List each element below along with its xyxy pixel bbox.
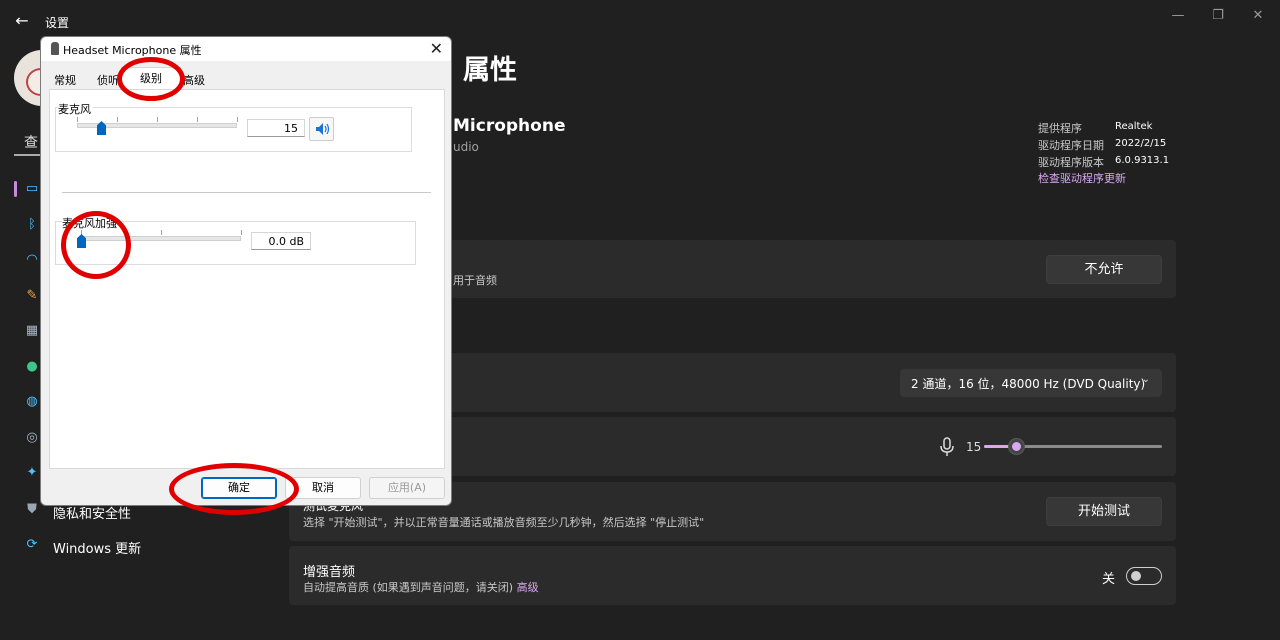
enhance-audio-desc: 自动提高音质 (如果遇到声音问题，请关闭) xyxy=(303,581,517,594)
sidebar-selection-indicator xyxy=(14,181,17,197)
monitor-icon[interactable]: ▭ xyxy=(24,181,40,197)
driver-version-label: 驱动程序版本 xyxy=(1038,156,1104,169)
boost-value-field: 0.0 dB xyxy=(251,232,311,250)
tab-advanced[interactable]: 高级 xyxy=(183,72,205,88)
microphone-group-label: 麦克风 xyxy=(58,101,93,117)
headset-icon xyxy=(51,42,59,55)
title-bar: ← 设置 — ❐ ✕ xyxy=(0,0,1280,40)
accessibility-icon[interactable]: ✦ xyxy=(24,465,40,481)
apply-button[interactable]: 应用(A) xyxy=(369,477,445,499)
app-title: 设置 xyxy=(45,16,70,30)
device-subtitle: udio xyxy=(453,140,479,154)
dialog-title: Headset Microphone 属性 xyxy=(63,44,202,57)
dialog-close-icon[interactable]: ✕ xyxy=(430,39,443,58)
test-mic-subtitle: 选择 "开始测试"，并以正常音量通话或播放音频至少几秒钟，然后选择 "停止测试" xyxy=(303,516,705,529)
dialog-title-bar: Headset Microphone 属性 ✕ xyxy=(41,37,451,61)
microphone-icon xyxy=(940,437,954,456)
annotation-circle-boost-slider xyxy=(61,211,131,279)
device-name: Microphone xyxy=(453,116,566,136)
tab-listen[interactable]: 侦听 xyxy=(97,72,119,88)
person-icon[interactable]: ● xyxy=(24,359,40,375)
volume-slider-thumb[interactable] xyxy=(1008,438,1026,455)
maximize-icon[interactable]: ❐ xyxy=(1208,6,1228,26)
provider-value: Realtek xyxy=(1115,121,1153,132)
slider-tick xyxy=(117,117,118,122)
gamepad-icon[interactable]: ◎ xyxy=(24,430,40,446)
slider-tick xyxy=(241,230,242,235)
enhance-toggle[interactable] xyxy=(1126,567,1162,585)
enhance-audio-card xyxy=(289,546,1176,605)
advanced-link[interactable]: 高级 xyxy=(517,581,539,594)
bluetooth-icon[interactable]: ᛒ xyxy=(24,217,40,233)
start-test-button[interactable]: 开始测试 xyxy=(1046,497,1162,526)
disallow-button[interactable]: 不允许 xyxy=(1046,255,1162,284)
sidebar-item-windows-update[interactable]: Windows 更新 xyxy=(53,538,141,557)
globe-icon[interactable]: ◍ xyxy=(24,394,40,410)
slider-tick xyxy=(77,117,78,122)
volume-slider[interactable] xyxy=(984,438,1162,455)
slider-tick xyxy=(161,230,162,235)
slider-tick xyxy=(197,117,198,122)
driver-date-label: 驱动程序日期 xyxy=(1038,139,1104,152)
mute-button[interactable] xyxy=(309,117,334,141)
annotation-circle-ok-button xyxy=(169,463,299,515)
slider-tick xyxy=(157,117,158,122)
properties-dialog: Headset Microphone 属性 ✕ 常规 侦听 级别 高级 麦克风 … xyxy=(40,36,452,515)
tab-general[interactable]: 常规 xyxy=(54,72,76,88)
brush-icon[interactable]: ✎ xyxy=(24,288,40,304)
annotation-circle-levels-tab xyxy=(117,57,185,101)
slider-tick xyxy=(237,117,238,122)
provider-label: 提供程序 xyxy=(1038,122,1082,135)
shield-icon[interactable]: ⛊ xyxy=(24,502,40,518)
speaker-icon xyxy=(316,123,330,135)
panel-separator xyxy=(62,192,431,193)
enhance-toggle-label: 关 xyxy=(1102,572,1116,587)
format-dropdown[interactable]: 2 通道，16 位，48000 Hz (DVD Quality) ⌄ xyxy=(900,369,1162,397)
microphone-level-field[interactable]: 15 xyxy=(247,119,305,137)
microphone-group xyxy=(55,107,412,152)
apps-icon[interactable]: ▦ xyxy=(24,323,40,339)
chevron-down-icon: ⌄ xyxy=(1141,374,1150,385)
driver-date-value: 2022/2/15 xyxy=(1115,138,1167,149)
close-icon[interactable]: ✕ xyxy=(1248,6,1268,26)
format-value: 2 通道，16 位，48000 Hz (DVD Quality) xyxy=(911,377,1146,391)
minimize-icon[interactable]: — xyxy=(1168,6,1188,26)
page-title: 属性 xyxy=(463,55,517,86)
audio-access-subtitle: 用于音频 xyxy=(453,274,497,287)
back-arrow-icon[interactable]: ← xyxy=(12,11,32,31)
update-icon[interactable]: ⟳ xyxy=(24,537,40,553)
enhance-audio-subtitle: 自动提高音质 (如果遇到声音问题，请关闭) 高级 xyxy=(303,579,539,595)
enhance-audio-title: 增强音频 xyxy=(303,565,356,580)
volume-value: 15 xyxy=(966,440,982,454)
check-driver-update-link[interactable]: 检查驱动程序更新 xyxy=(1038,170,1126,186)
wifi-icon[interactable]: ◠ xyxy=(24,252,40,268)
driver-version-value: 6.0.9313.1 xyxy=(1115,155,1170,166)
